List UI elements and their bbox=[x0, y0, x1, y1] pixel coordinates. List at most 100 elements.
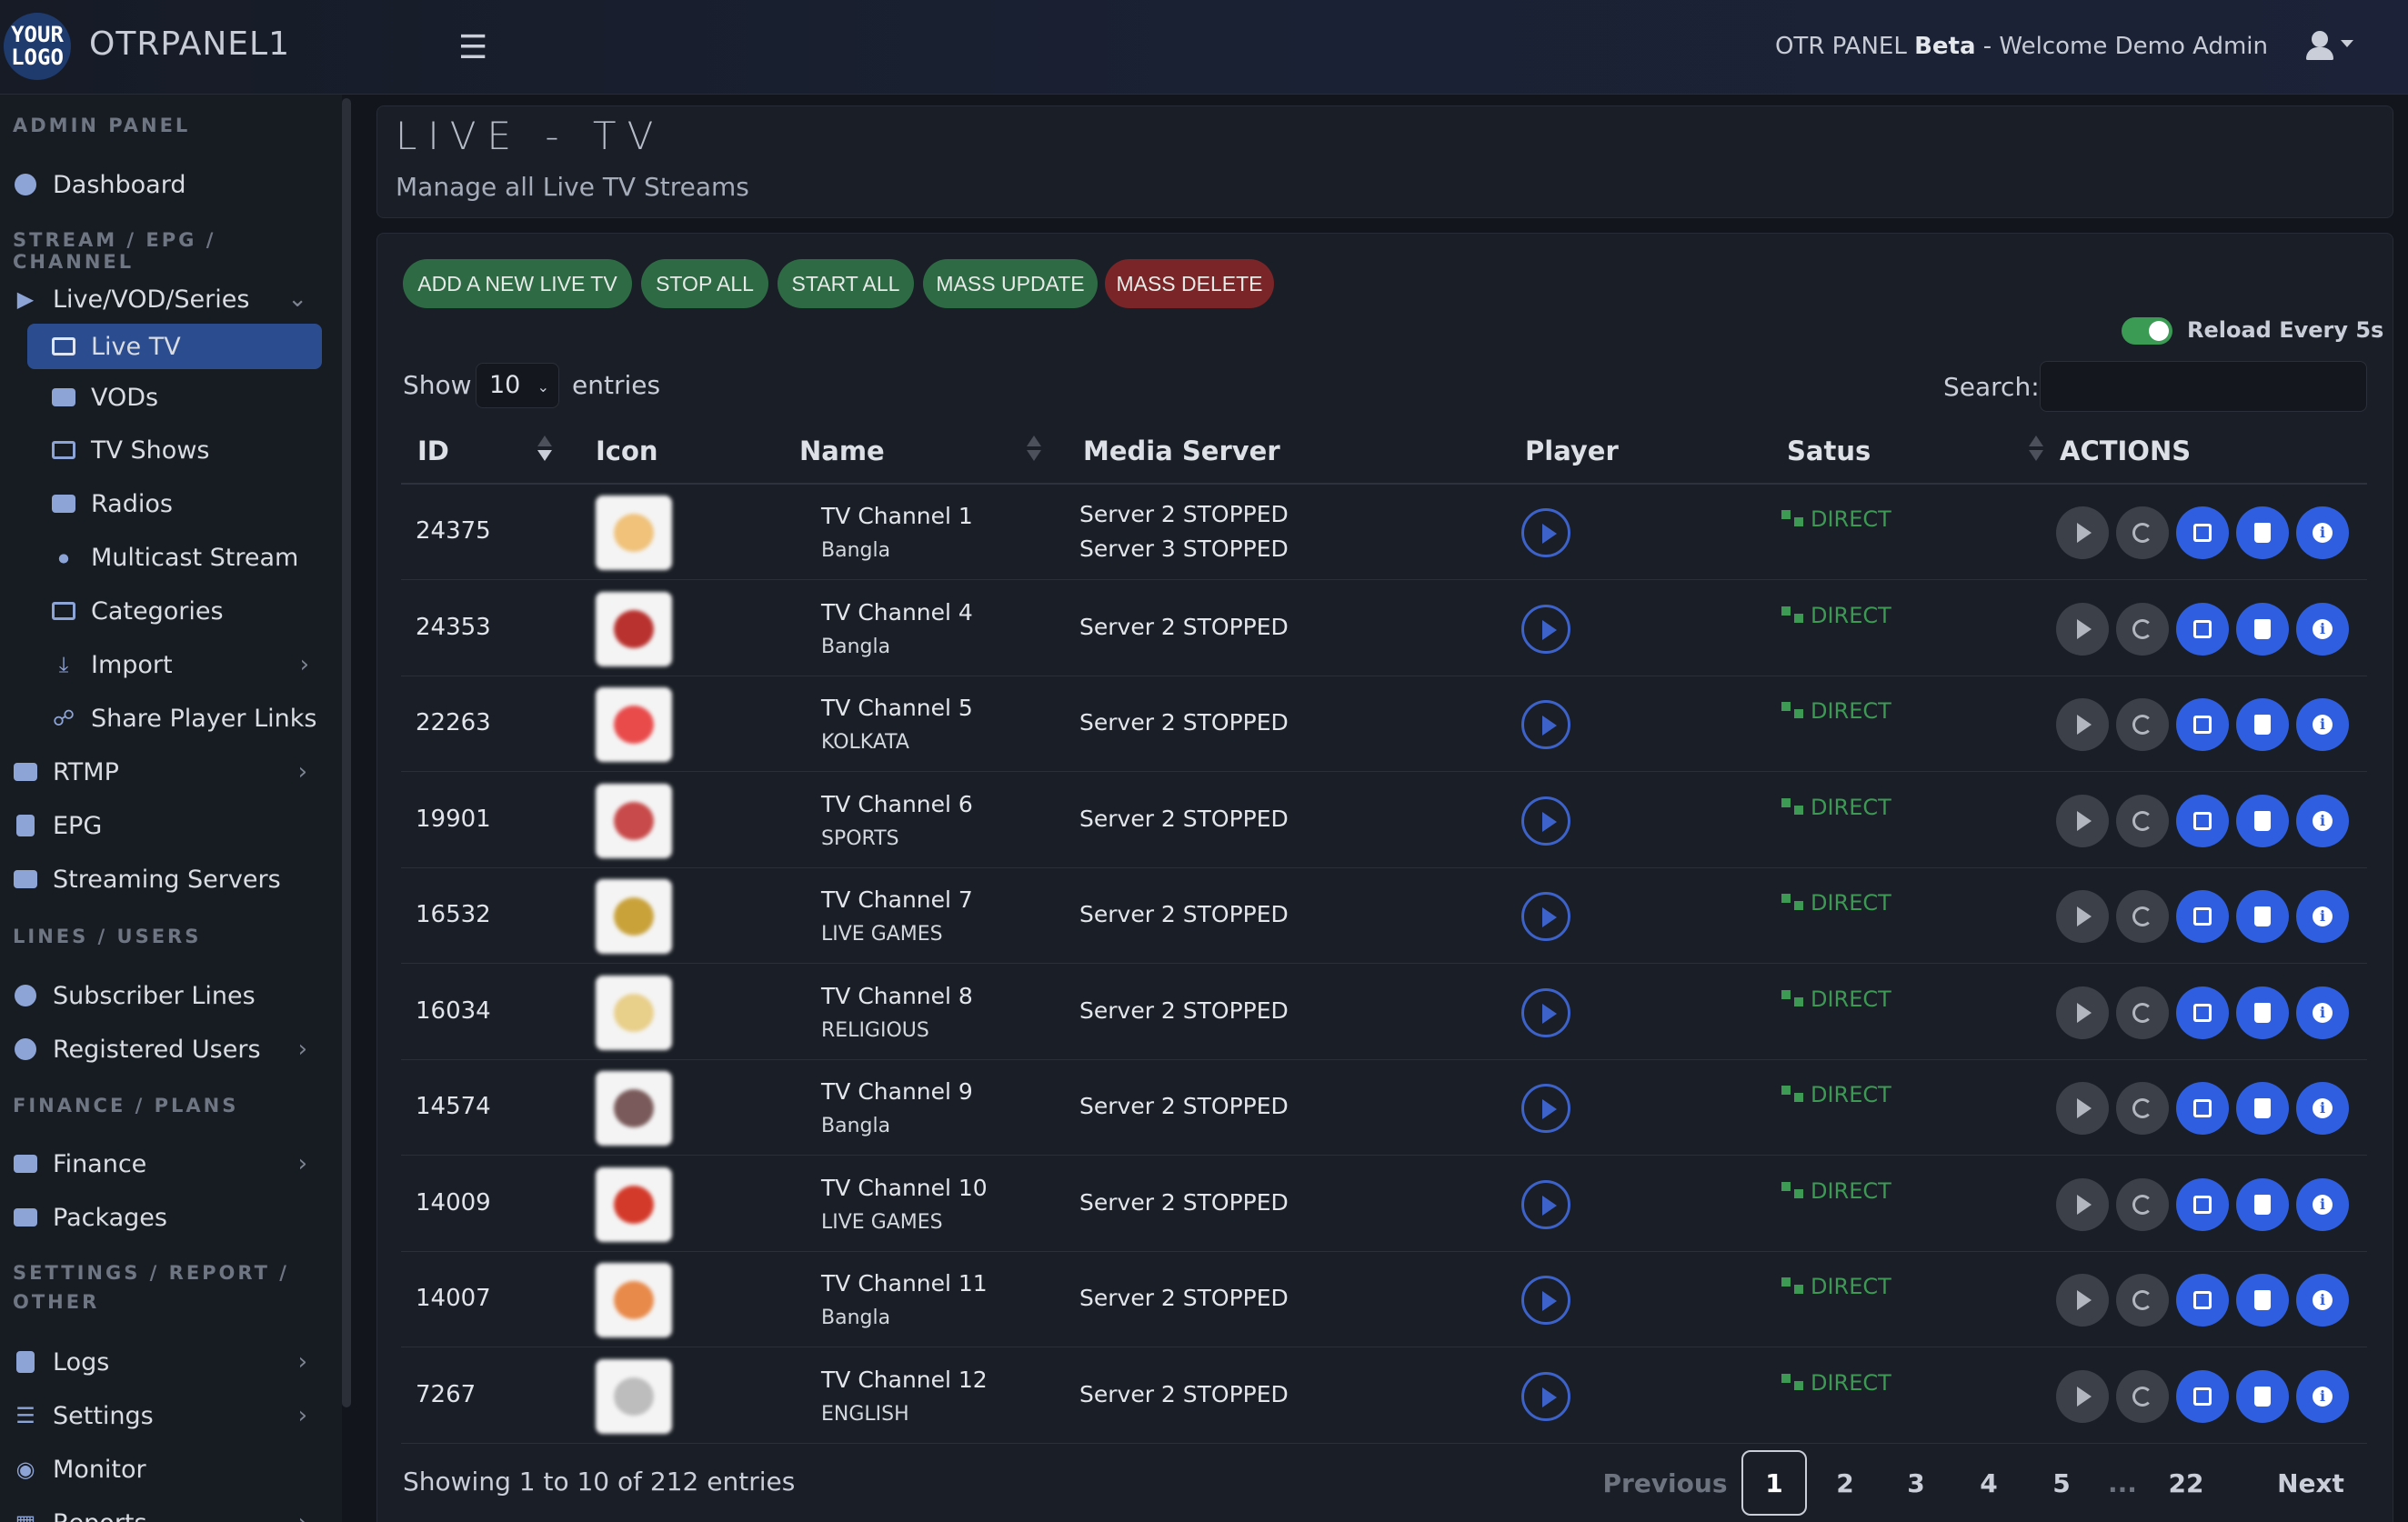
start-button[interactable] bbox=[2056, 1082, 2109, 1135]
sort-icon[interactable] bbox=[2029, 434, 2043, 463]
sidebar-item-monitor[interactable]: ◉ Monitor bbox=[13, 1447, 327, 1492]
search-input[interactable] bbox=[2040, 361, 2367, 412]
sidebar-item-logs[interactable]: Logs › bbox=[13, 1339, 327, 1385]
delete-button[interactable] bbox=[2236, 602, 2289, 656]
player-play-icon[interactable] bbox=[1521, 1276, 1570, 1325]
player-play-icon[interactable] bbox=[1521, 1179, 1570, 1229]
edit-button[interactable] bbox=[2176, 698, 2229, 751]
sidebar-item-subscriber-lines[interactable]: Subscriber Lines bbox=[13, 973, 327, 1018]
player-play-icon[interactable] bbox=[1521, 796, 1570, 846]
sidebar-item-streaming-servers[interactable]: Streaming Servers bbox=[13, 856, 327, 902]
sidebar-item-radios[interactable]: Radios bbox=[51, 481, 329, 526]
start-button[interactable] bbox=[2056, 890, 2109, 943]
delete-button[interactable] bbox=[2236, 986, 2289, 1039]
restart-button[interactable] bbox=[2116, 986, 2169, 1039]
page-1-button[interactable]: 1 bbox=[1741, 1450, 1807, 1516]
user-menu-icon[interactable] bbox=[2304, 27, 2355, 64]
edit-button[interactable] bbox=[2176, 1369, 2229, 1423]
restart-button[interactable] bbox=[2116, 698, 2169, 751]
delete-button[interactable] bbox=[2236, 1082, 2289, 1135]
logo[interactable]: YOUR LOGO bbox=[4, 13, 71, 80]
player-play-icon[interactable] bbox=[1521, 987, 1570, 1037]
delete-button[interactable] bbox=[2236, 890, 2289, 943]
start-button[interactable] bbox=[2056, 794, 2109, 847]
page-22-button[interactable]: 22 bbox=[2154, 1450, 2218, 1516]
reload-toggle[interactable] bbox=[2122, 317, 2172, 345]
edit-button[interactable] bbox=[2176, 1177, 2229, 1231]
page-2-button[interactable]: 2 bbox=[1818, 1450, 1872, 1516]
delete-button[interactable] bbox=[2236, 1369, 2289, 1423]
previous-page-button[interactable]: Previous bbox=[1601, 1450, 1729, 1516]
info-button[interactable]: i bbox=[2296, 1274, 2349, 1327]
player-play-icon[interactable] bbox=[1521, 892, 1570, 941]
start-all-button[interactable]: START ALL bbox=[778, 259, 914, 308]
restart-button[interactable] bbox=[2116, 1274, 2169, 1327]
restart-button[interactable] bbox=[2116, 1177, 2169, 1231]
edit-button[interactable] bbox=[2176, 602, 2229, 656]
sidebar-item-packages[interactable]: Packages bbox=[13, 1195, 327, 1240]
mass-delete-button[interactable]: MASS DELETE bbox=[1105, 259, 1274, 308]
add-live-tv-button[interactable]: ADD A NEW LIVE TV bbox=[403, 259, 632, 308]
restart-button[interactable] bbox=[2116, 1082, 2169, 1135]
edit-button[interactable] bbox=[2176, 506, 2229, 559]
sidebar-item-dashboard[interactable]: Dashboard bbox=[13, 162, 327, 207]
edit-button[interactable] bbox=[2176, 986, 2229, 1039]
start-button[interactable] bbox=[2056, 1177, 2109, 1231]
page-5-button[interactable]: 5 bbox=[2034, 1450, 2089, 1516]
sidebar-item-rtmp[interactable]: RTMP › bbox=[13, 749, 327, 795]
delete-button[interactable] bbox=[2236, 506, 2289, 559]
hamburger-menu-icon[interactable]: ☰ bbox=[458, 29, 487, 66]
info-button[interactable]: i bbox=[2296, 986, 2349, 1039]
delete-button[interactable] bbox=[2236, 698, 2289, 751]
restart-button[interactable] bbox=[2116, 506, 2169, 559]
sidebar-item-categories[interactable]: Categories bbox=[51, 588, 329, 634]
restart-button[interactable] bbox=[2116, 602, 2169, 656]
sidebar-item-tv-shows[interactable]: TV Shows bbox=[51, 427, 329, 473]
sidebar-item-vods[interactable]: VODs bbox=[51, 375, 329, 420]
restart-button[interactable] bbox=[2116, 1369, 2169, 1423]
player-play-icon[interactable] bbox=[1521, 508, 1570, 557]
info-button[interactable]: i bbox=[2296, 1177, 2349, 1231]
delete-button[interactable] bbox=[2236, 1274, 2289, 1327]
edit-button[interactable] bbox=[2176, 1274, 2229, 1327]
page-4-button[interactable]: 4 bbox=[1962, 1450, 2016, 1516]
next-page-button[interactable]: Next bbox=[2265, 1450, 2356, 1516]
start-button[interactable] bbox=[2056, 1274, 2109, 1327]
player-play-icon[interactable] bbox=[1521, 604, 1570, 654]
sidebar-item-settings[interactable]: ☰ Settings › bbox=[13, 1393, 327, 1438]
delete-button[interactable] bbox=[2236, 1177, 2289, 1231]
sidebar-item-reports[interactable]: ▦ Reports › bbox=[13, 1500, 327, 1522]
info-button[interactable]: i bbox=[2296, 602, 2349, 656]
delete-button[interactable] bbox=[2236, 794, 2289, 847]
sidebar-item-epg[interactable]: EPG bbox=[13, 803, 327, 848]
player-play-icon[interactable] bbox=[1521, 1371, 1570, 1421]
edit-button[interactable] bbox=[2176, 890, 2229, 943]
sidebar-item-live-tv[interactable]: Live TV bbox=[27, 324, 322, 369]
sidebar-item-multicast[interactable]: ⦁ Multicast Stream bbox=[51, 535, 329, 580]
start-button[interactable] bbox=[2056, 698, 2109, 751]
player-play-icon[interactable] bbox=[1521, 700, 1570, 749]
sidebar-item-import[interactable]: ⤓ Import › bbox=[51, 642, 329, 687]
sidebar-item-finance[interactable]: Finance › bbox=[13, 1141, 327, 1187]
page-3-button[interactable]: 3 bbox=[1889, 1450, 1943, 1516]
sidebar-item-live-vod-series[interactable]: ▶ Live/VOD/Series ⌄ bbox=[13, 276, 327, 322]
start-button[interactable] bbox=[2056, 602, 2109, 656]
restart-button[interactable] bbox=[2116, 890, 2169, 943]
sidebar-item-registered-users[interactable]: Registered Users › bbox=[13, 1026, 327, 1072]
info-button[interactable]: i bbox=[2296, 506, 2349, 559]
sort-icon[interactable] bbox=[1027, 434, 1041, 463]
info-button[interactable]: i bbox=[2296, 794, 2349, 847]
edit-button[interactable] bbox=[2176, 794, 2229, 847]
start-button[interactable] bbox=[2056, 986, 2109, 1039]
info-button[interactable]: i bbox=[2296, 1082, 2349, 1135]
sidebar-scrollbar[interactable] bbox=[342, 98, 351, 1407]
start-button[interactable] bbox=[2056, 506, 2109, 559]
info-button[interactable]: i bbox=[2296, 890, 2349, 943]
sidebar-item-share-player[interactable]: ☍ Share Player Links bbox=[51, 696, 329, 741]
player-play-icon[interactable] bbox=[1521, 1084, 1570, 1133]
info-button[interactable]: i bbox=[2296, 698, 2349, 751]
page-size-select[interactable]: 10 ⌄ bbox=[476, 363, 559, 408]
restart-button[interactable] bbox=[2116, 794, 2169, 847]
start-button[interactable] bbox=[2056, 1369, 2109, 1423]
info-button[interactable]: i bbox=[2296, 1369, 2349, 1423]
